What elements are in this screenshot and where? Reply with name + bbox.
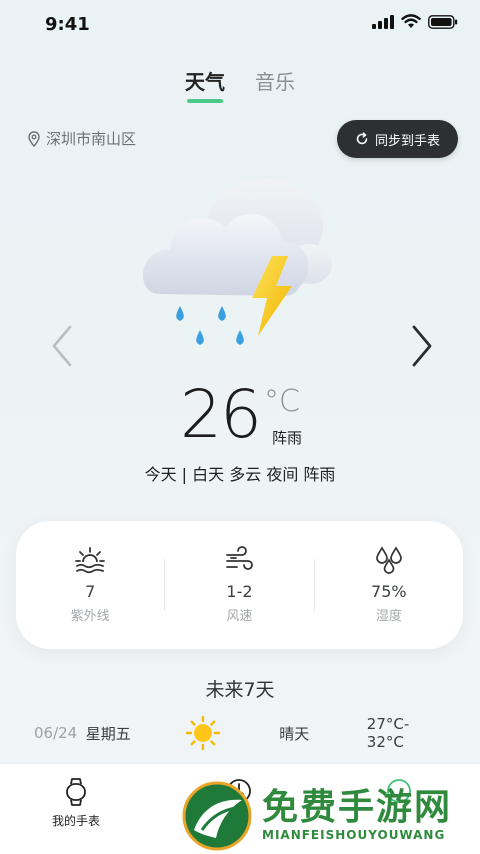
temperature-row: 26 °C: [0, 382, 480, 448]
location[interactable]: 深圳市南山区: [28, 128, 136, 149]
nav-my-watch-label: 我的手表: [52, 814, 101, 828]
wind-icon: [226, 546, 254, 570]
nav-my-watch[interactable]: 我的手表: [52, 778, 100, 829]
watermark-title: 免费手游网: [262, 786, 453, 828]
forecast-title: 未来7天: [205, 679, 275, 701]
watermark-logo: [182, 781, 252, 851]
next-arrow-icon[interactable]: [406, 324, 436, 368]
battery-icon: [428, 14, 458, 29]
uv-sun-icon: [75, 547, 106, 574]
tab-weather[interactable]: 天气: [185, 66, 225, 105]
signal-icon: [372, 14, 394, 29]
forecast-condition: 晴天: [279, 724, 310, 743]
wifi-icon: [401, 14, 421, 28]
stat-wind: 1-2 风速: [165, 546, 313, 624]
sync-button-label: 同步到手表: [374, 133, 440, 149]
status-icons: [372, 14, 458, 29]
stats-card: 7 紫外线 1-2 风速 75% 湿度: [16, 521, 463, 649]
stat-uv-label: 紫外线: [70, 609, 110, 624]
sun-icon: [186, 715, 221, 751]
tab-music[interactable]: 音乐: [255, 66, 295, 105]
stat-uv-value: 7: [85, 582, 96, 601]
top-tabs: 天气 音乐: [0, 66, 480, 105]
stat-humidity: 75% 湿度: [315, 546, 463, 624]
sync-to-watch-button[interactable]: 同步到手表: [336, 120, 458, 158]
humidity-drops-icon: [375, 546, 402, 574]
refresh-icon: [356, 132, 368, 145]
cloud-thunder-rain-icon: [142, 179, 332, 345]
today-summary: 今天 | 白天 多云 夜间 阵雨: [144, 465, 336, 484]
watch-icon: [66, 778, 86, 806]
watermark-subtitle: MIANFEISHOUYOUWANG: [262, 828, 446, 842]
location-pin-icon: [28, 130, 40, 147]
forecast-weekday: 星期五: [85, 724, 131, 743]
prev-arrow-icon[interactable]: [48, 324, 78, 368]
location-text: 深圳市南山区: [46, 130, 137, 148]
stat-wind-label: 风速: [226, 609, 253, 624]
status-time: 9:41: [45, 14, 90, 35]
stat-humidity-label: 湿度: [375, 609, 402, 624]
stat-uv: 7 紫外线: [16, 546, 164, 624]
current-temperature: 26: [180, 376, 262, 453]
watermark: 免费手游网 MIANFEISHOUYOUWANG: [180, 778, 480, 853]
stat-humidity-value: 75%: [371, 582, 407, 601]
forecast-date: 06/24: [34, 724, 78, 742]
stat-wind-value: 1-2: [226, 582, 253, 601]
forecast-temp-range: 27°C-32°C: [366, 715, 410, 751]
current-condition: 阵雨: [272, 429, 303, 447]
forecast-row[interactable]: 06/24 星期五 晴天 27°C-32°C: [34, 715, 446, 751]
